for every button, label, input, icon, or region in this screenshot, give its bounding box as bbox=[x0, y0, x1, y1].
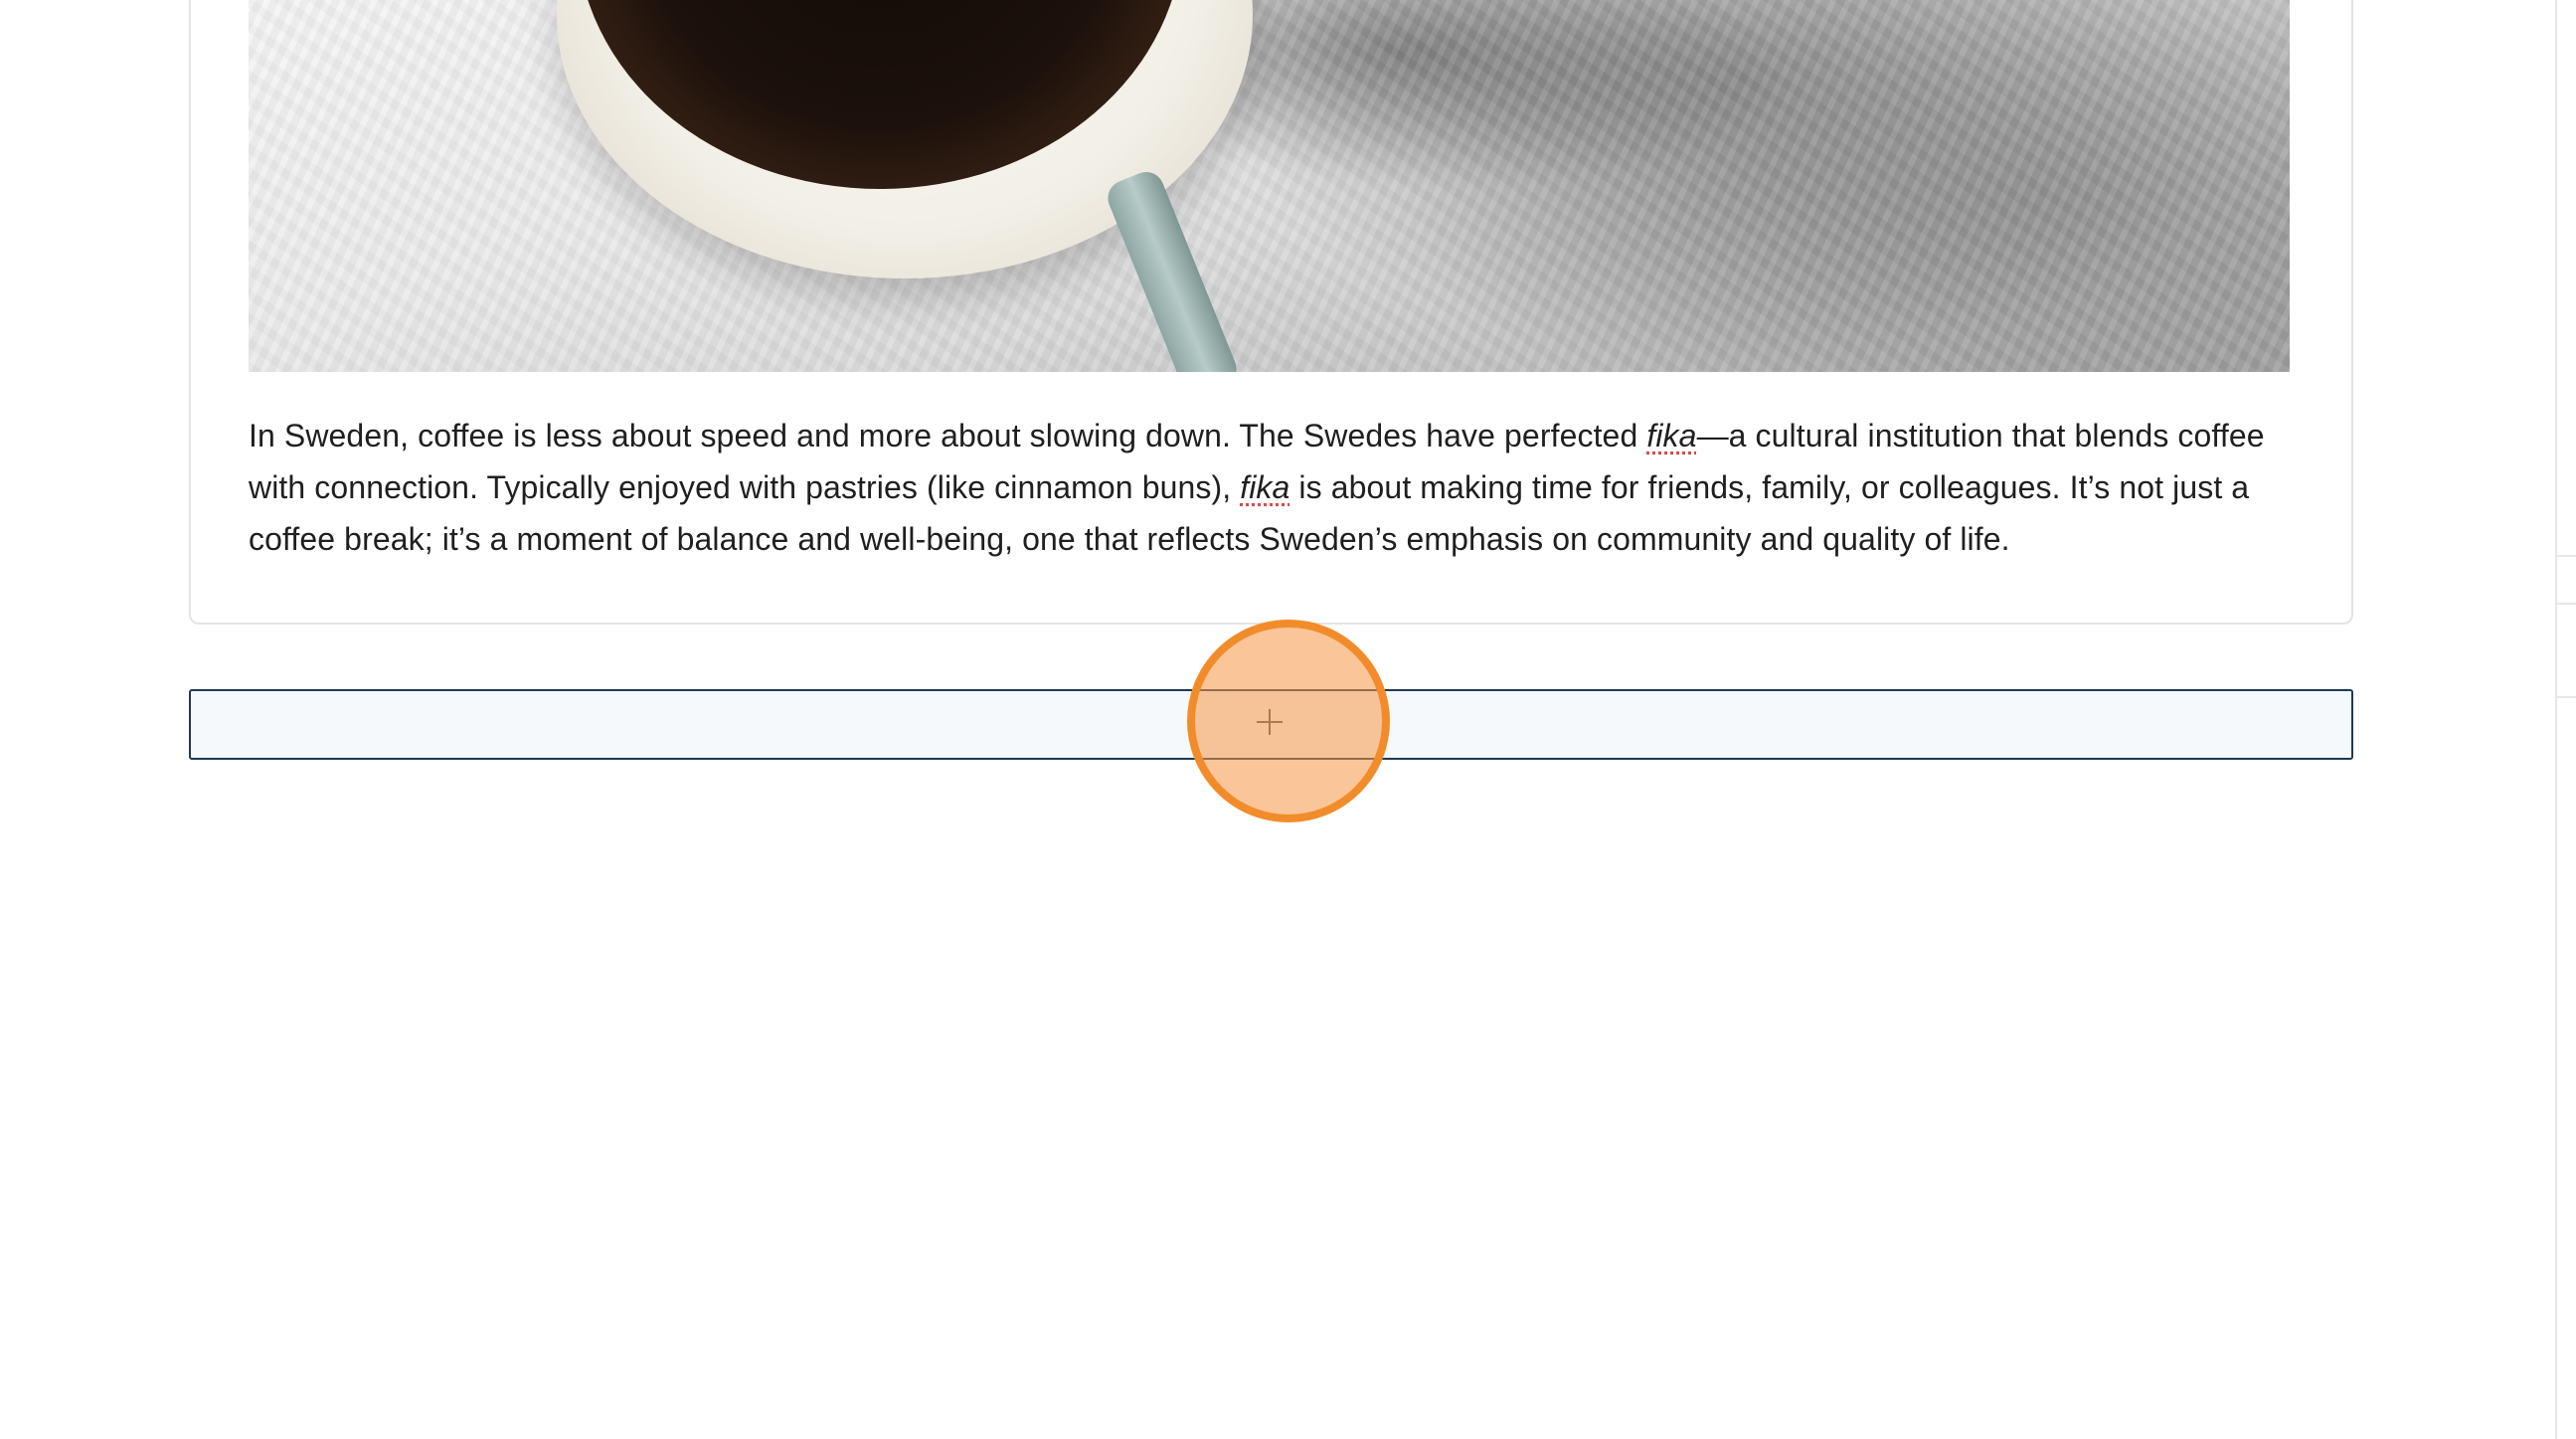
image-texture bbox=[249, 0, 2290, 372]
plus-icon[interactable] bbox=[1255, 707, 1285, 737]
sidebar-divider bbox=[2557, 696, 2576, 698]
fika-term: fika bbox=[1646, 418, 1697, 453]
settings-sidebar-edge bbox=[2555, 0, 2576, 1439]
paragraph-text-part1: In Sweden, coffee is less about speed an… bbox=[249, 418, 1647, 453]
coffee-image[interactable] bbox=[249, 0, 2290, 372]
paragraph-block[interactable]: In Sweden, coffee is less about speed an… bbox=[249, 410, 2297, 565]
sidebar-divider bbox=[2557, 555, 2576, 557]
fika-term: fika bbox=[1240, 469, 1290, 505]
sidebar-divider bbox=[2557, 603, 2576, 605]
